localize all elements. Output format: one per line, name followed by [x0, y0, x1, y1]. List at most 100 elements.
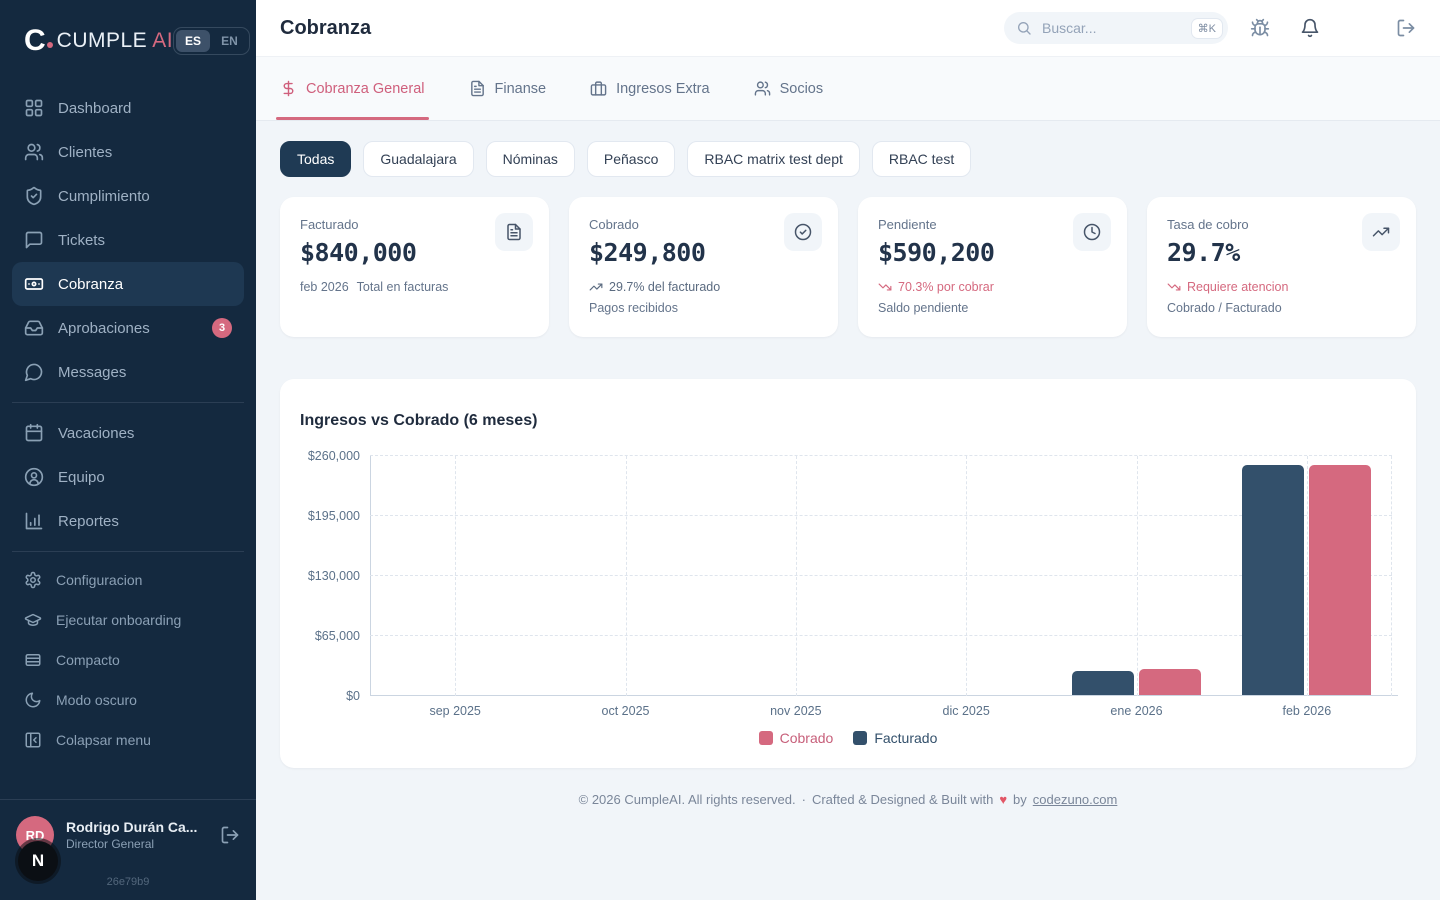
- sidebar-nav: Dashboard Clientes Cumplimiento Tickets Cobr…: [0, 86, 256, 760]
- user-name: Rodrigo Durán Ca...: [66, 819, 197, 835]
- filter-chip-rbac-matrix-test-dept[interactable]: RBAC matrix test dept: [687, 141, 860, 177]
- sidebar-item-label: Aprobaciones: [58, 320, 150, 337]
- x-tick-label: dic 2025: [943, 704, 990, 718]
- legend-swatch: [853, 731, 867, 745]
- filter-chip-guadalajara[interactable]: Guadalajara: [363, 141, 473, 177]
- active-tab-underline: [276, 117, 429, 120]
- legend-swatch: [759, 731, 773, 745]
- filter-chip-todas[interactable]: Todas: [280, 141, 351, 177]
- page-footer: © 2026 CumpleAI. All rights reserved. · …: [280, 768, 1416, 847]
- sidebar-divider: [12, 402, 244, 403]
- trending-up-icon: [589, 280, 603, 294]
- gridline: [370, 575, 1392, 576]
- sidebar-item-ejecutar-onboarding[interactable]: Ejecutar onboarding: [12, 600, 244, 640]
- codezuno-link[interactable]: codezuno.com: [1033, 792, 1118, 807]
- briefcase-icon: [590, 80, 607, 97]
- sidebar-item-label: Reportes: [58, 513, 119, 530]
- gridline: [796, 456, 797, 696]
- tab-socios[interactable]: Socios: [754, 57, 824, 120]
- search-input[interactable]: [1040, 19, 1184, 37]
- legend-label: Facturado: [874, 730, 937, 746]
- sidebar-item-dashboard[interactable]: Dashboard: [12, 86, 244, 130]
- stat-card-cobrado: Cobrado$249,80029.7% del facturadoPagos …: [569, 197, 838, 337]
- users-icon: [754, 80, 771, 97]
- sidebar-item-configuracion[interactable]: Configuracion: [12, 560, 244, 600]
- stat-sub: feb 2026Total en facturas: [300, 280, 529, 294]
- sidebar: C CUMPLE AI ESEN Dashboard Clientes Cumpli…: [0, 0, 256, 900]
- heart-icon: ♥: [999, 792, 1007, 807]
- check-circle-icon: [784, 213, 822, 251]
- footer-separator: ·: [802, 792, 806, 807]
- sidebar-item-label: Cumplimiento: [58, 188, 150, 205]
- filter-chip-pe-asco[interactable]: Peñasco: [587, 141, 675, 177]
- logo-c: C: [24, 26, 45, 56]
- sidebar-item-label: Vacaciones: [58, 425, 134, 442]
- logo-row: C CUMPLE AI ESEN: [0, 0, 256, 56]
- sidebar-item-label: Tickets: [58, 232, 105, 249]
- lang-option-en[interactable]: EN: [212, 30, 247, 52]
- sidebar-item-modo-oscuro[interactable]: Modo oscuro: [12, 680, 244, 720]
- y-tick-label: $130,000: [308, 569, 360, 583]
- gridline: [455, 456, 456, 696]
- logo-dot-icon: [47, 42, 53, 48]
- sidebar-item-label: Dashboard: [58, 100, 131, 117]
- filter-chip-n-minas[interactable]: Nóminas: [486, 141, 575, 177]
- trending-down-icon: [1167, 280, 1181, 294]
- sidebar-item-vacaciones[interactable]: Vacaciones: [12, 411, 244, 455]
- sidebar-item-clientes[interactable]: Clientes: [12, 130, 244, 174]
- moon-icon: [24, 691, 42, 709]
- app-logo: C CUMPLE AI: [24, 26, 173, 56]
- sidebar-item-tickets[interactable]: Tickets: [12, 218, 244, 262]
- gridline: [370, 515, 1392, 516]
- main-area: Cobranza ⌘K Cobranza General Finanse Ingre…: [256, 0, 1440, 900]
- bug-report-icon[interactable]: [1250, 18, 1270, 38]
- bar-facturado-feb-2026: [1242, 465, 1304, 696]
- gridline: [966, 456, 967, 696]
- tab-ingresos-extra[interactable]: Ingresos Extra: [590, 57, 710, 120]
- y-tick-label: $65,000: [315, 629, 360, 643]
- sidebar-item-equipo[interactable]: Equipo: [12, 455, 244, 499]
- tab-finanse[interactable]: Finanse: [469, 57, 547, 120]
- dashboard-grid-icon: [24, 98, 44, 118]
- stat-trend-text: Requiere atencion: [1187, 280, 1288, 294]
- sidebar-item-label: Cobranza: [58, 276, 123, 293]
- sidebar-item-cumplimiento[interactable]: Cumplimiento: [12, 174, 244, 218]
- tab-cobranza-general[interactable]: Cobranza General: [280, 57, 425, 120]
- tab-label: Ingresos Extra: [616, 81, 710, 97]
- logo-ai: AI: [152, 29, 173, 53]
- y-tick-label: $195,000: [308, 509, 360, 523]
- lang-option-es[interactable]: ES: [176, 30, 210, 52]
- content-scroll[interactable]: Todas Guadalajara Nóminas Peñasco RBAC matri…: [256, 121, 1440, 900]
- user-role: Director General: [66, 837, 197, 851]
- chart-title: Ingresos vs Cobrado (6 meses): [300, 412, 1396, 430]
- stat-cards: Facturado$840,000feb 2026Total en factur…: [280, 197, 1416, 337]
- logout-icon[interactable]: [1396, 18, 1416, 38]
- filter-chip-rbac-test[interactable]: RBAC test: [872, 141, 971, 177]
- copyright-text: © 2026 CumpleAI. All rights reserved.: [579, 792, 796, 807]
- logout-icon[interactable]: [220, 825, 240, 845]
- notification-badge: 3: [212, 318, 232, 338]
- search-box[interactable]: ⌘K: [1004, 12, 1228, 44]
- topbar: Cobranza ⌘K: [256, 0, 1440, 56]
- sidebar-item-cobranza[interactable]: Cobranza: [12, 262, 244, 306]
- sidebar-item-messages[interactable]: Messages: [12, 350, 244, 394]
- sidebar-item-aprobaciones[interactable]: Aprobaciones 3: [12, 306, 244, 350]
- shield-check-icon: [24, 186, 44, 206]
- bar-facturado-ene-2026: [1072, 671, 1134, 695]
- inbox-icon: [24, 318, 44, 338]
- stat-trend: 70.3% por cobrar: [878, 280, 1107, 294]
- chart-card: Ingresos vs Cobrado (6 meses) $0$65,000$…: [280, 379, 1416, 768]
- stat-trend-text: 70.3% por cobrar: [898, 280, 994, 294]
- sidebar-item-colapsar-menu[interactable]: Colapsar menu: [12, 720, 244, 760]
- gridline: [370, 635, 1392, 636]
- x-tick-label: oct 2025: [602, 704, 650, 718]
- y-axis-line: [370, 456, 371, 696]
- calendar-icon: [24, 423, 44, 443]
- gridline: [626, 456, 627, 696]
- notifications-bell-icon[interactable]: [1300, 18, 1320, 38]
- panel-collapse-icon: [24, 731, 42, 749]
- bar-cobrado-feb-2026: [1309, 465, 1371, 696]
- sidebar-item-reportes[interactable]: Reportes: [12, 499, 244, 543]
- sidebar-item-compacto[interactable]: Compacto: [12, 640, 244, 680]
- tab-label: Finanse: [495, 81, 547, 97]
